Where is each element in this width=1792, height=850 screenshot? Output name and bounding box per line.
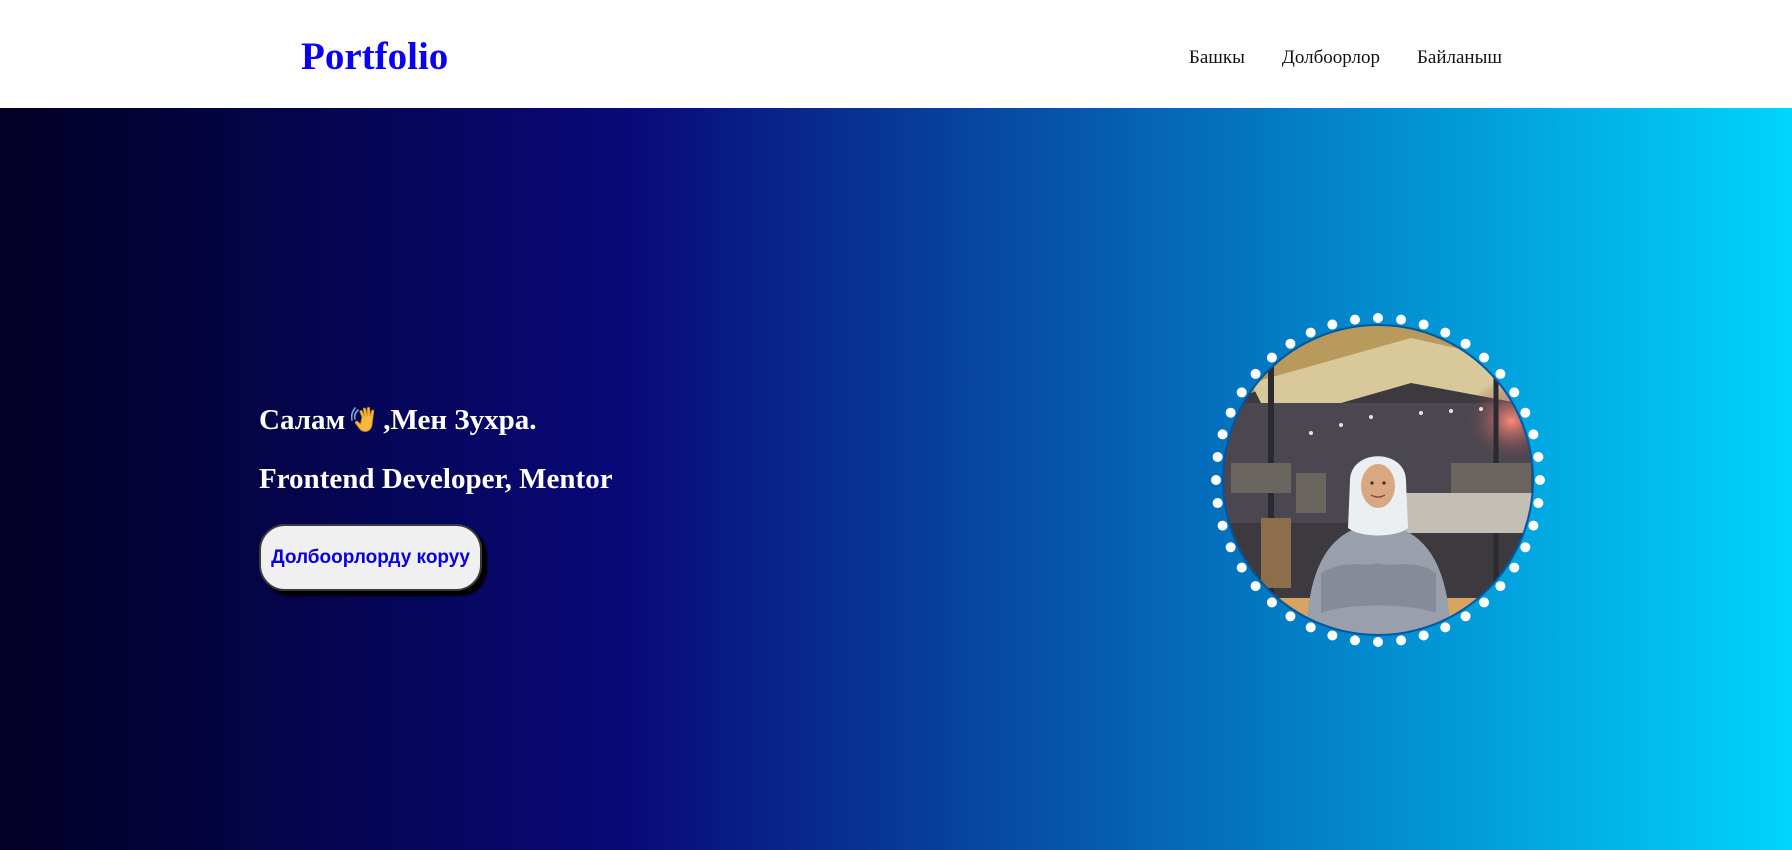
border-dot [1520, 407, 1531, 418]
border-dot [1212, 451, 1223, 462]
border-dot [1373, 313, 1383, 323]
border-dot [1266, 352, 1277, 363]
greeting-hello-text: Салам [259, 404, 346, 436]
border-dot [1535, 475, 1545, 485]
border-dot [1212, 498, 1223, 509]
border-dot [1440, 622, 1451, 633]
border-dot [1528, 429, 1539, 440]
main-nav: Башкы Долбоорлор Байланыш [1189, 46, 1502, 70]
hero-role: Frontend Developer, Mentor [259, 463, 613, 495]
border-dot [1285, 338, 1296, 349]
border-dot [1495, 368, 1506, 379]
border-dot [1217, 429, 1228, 440]
border-dot [1396, 635, 1407, 646]
border-dot [1460, 611, 1471, 622]
profile-photo-illustration [1211, 313, 1545, 647]
border-dot [1217, 520, 1228, 531]
border-dot [1327, 630, 1338, 641]
border-dot [1305, 622, 1316, 633]
nav-link-projects[interactable]: Долбоорлор [1282, 46, 1380, 70]
hero-greeting: Салам ,Мен Зухра. [259, 403, 537, 437]
border-dot [1520, 542, 1531, 553]
border-dot [1211, 475, 1221, 485]
border-dot [1285, 611, 1296, 622]
border-dot [1418, 630, 1429, 641]
waving-hand-icon [351, 404, 381, 434]
border-dot [1305, 327, 1316, 338]
border-dot [1460, 338, 1471, 349]
border-dot [1349, 314, 1360, 325]
greeting-name-text: ,Мен Зухра. [383, 404, 537, 436]
view-projects-button[interactable]: Долбоорлорду коруу [259, 524, 482, 591]
border-dot [1418, 319, 1429, 330]
border-dot [1533, 451, 1544, 462]
border-dot [1236, 387, 1247, 398]
border-dot [1528, 520, 1539, 531]
border-dot [1440, 327, 1451, 338]
site-header: Portfolio Башкы Долбоорлор Байланыш [0, 0, 1792, 108]
nav-link-contact[interactable]: Байланыш [1417, 46, 1502, 70]
logo[interactable]: Portfolio [301, 34, 448, 80]
border-dot [1373, 637, 1383, 647]
border-dot [1349, 635, 1360, 646]
border-dot [1250, 368, 1261, 379]
profile-photo [1211, 313, 1545, 647]
border-dot [1266, 597, 1277, 608]
border-dot [1225, 542, 1236, 553]
hero-section: Салам ,Мен Зухра. Frontend Developer, Me… [0, 108, 1792, 850]
border-dot [1509, 562, 1520, 573]
nav-link-home[interactable]: Башкы [1189, 46, 1245, 70]
border-dot [1225, 407, 1236, 418]
border-dot [1509, 387, 1520, 398]
border-dot [1250, 581, 1261, 592]
border-dot [1479, 352, 1490, 363]
border-dot [1396, 314, 1407, 325]
border-dot [1236, 562, 1247, 573]
border-dot [1495, 581, 1506, 592]
border-dot [1327, 319, 1338, 330]
border-dot [1479, 597, 1490, 608]
border-dot [1533, 498, 1544, 509]
